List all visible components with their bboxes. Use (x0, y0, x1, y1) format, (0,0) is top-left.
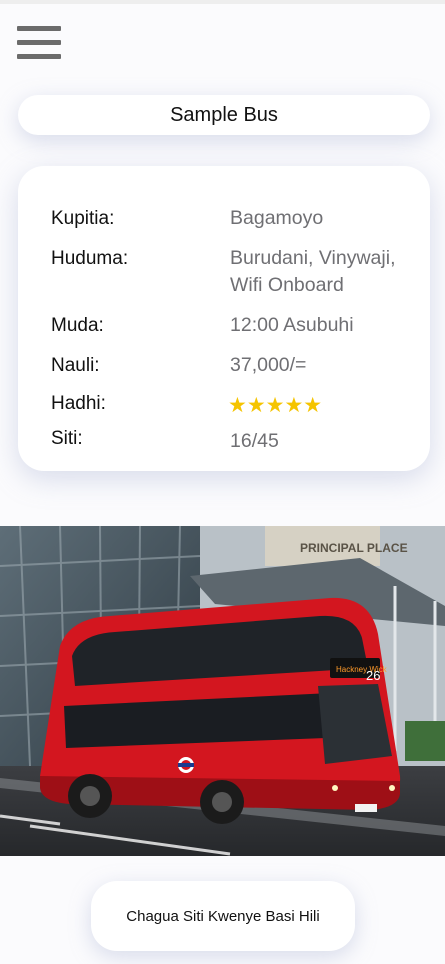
menu-bar (17, 40, 61, 45)
rating-stars: ★★★★★ (228, 394, 323, 417)
services-label: Huduma: (51, 248, 129, 269)
status-strip (0, 0, 445, 4)
seats-label: Siti: (51, 428, 83, 449)
choose-seat-button[interactable]: Chagua Siti Kwenye Basi Hili (91, 881, 355, 951)
bus-details-card: Kupitia: Bagamoyo Huduma: Burudani, Viny… (18, 166, 430, 471)
rating-label: Hadhi: (51, 393, 106, 414)
bus-name-pill: Sample Bus (18, 95, 430, 135)
menu-bar (17, 54, 61, 59)
time-value: 12:00 Asubuhi (230, 314, 354, 336)
fare-value: 37,000/= (230, 354, 307, 376)
bus-route-number: 26 (366, 668, 380, 683)
services-value: Burudani, Vinywaji, Wifi Onboard (230, 245, 395, 299)
hamburger-menu-icon[interactable] (17, 26, 62, 62)
menu-bar (17, 26, 61, 31)
fare-label: Nauli: (51, 355, 100, 376)
route-value: Bagamoyo (230, 207, 324, 229)
route-label: Kupitia: (51, 208, 115, 229)
bus-photo-illustration: PRINCIPAL PLACE Hackney Wick 26 (0, 526, 445, 856)
services-line-1: Burudani, Vinywaji, (230, 247, 396, 269)
bus-photo: PRINCIPAL PLACE Hackney Wick 26 (0, 526, 445, 856)
time-label: Muda: (51, 315, 104, 336)
bus-name: Sample Bus (170, 103, 278, 126)
services-line-2: Wifi Onboard (230, 274, 344, 296)
app-screen: Sample Bus Kupitia: Bagamoyo Huduma: Bur… (0, 0, 445, 964)
choose-seat-label: Chagua Siti Kwenye Basi Hili (126, 907, 320, 925)
red-bus: Hackney Wick 26 (40, 597, 401, 824)
seats-value: 16/45 (230, 430, 279, 452)
building-sign: PRINCIPAL PLACE (300, 541, 408, 555)
